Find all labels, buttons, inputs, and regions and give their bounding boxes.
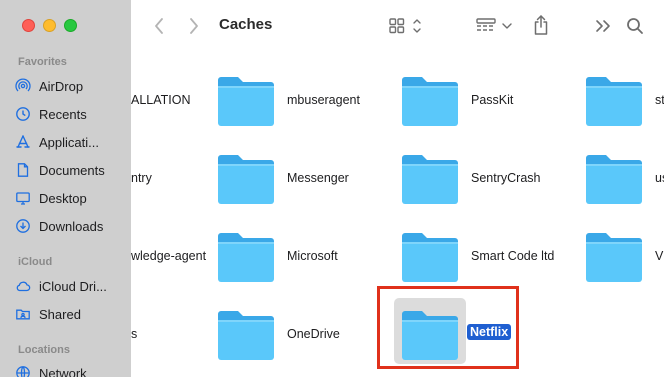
sidebar-item-network[interactable]: Network <box>14 362 87 377</box>
folder-label: PassKit <box>471 93 514 107</box>
folder-icon <box>218 233 274 282</box>
folder-icon <box>218 155 274 204</box>
sidebar-item-downloads[interactable]: Downloads <box>14 215 103 237</box>
share-button[interactable] <box>530 12 552 38</box>
sidebar-item-label: iCloud Dri... <box>39 278 107 294</box>
group-icon <box>476 18 512 31</box>
airdrop-icon <box>14 77 32 95</box>
sidebar-item-airdrop[interactable]: AirDrop <box>14 75 83 97</box>
sidebar-item-label: Downloads <box>39 218 104 234</box>
favorites-header: Favorites <box>18 56 67 68</box>
folder-label-partial[interactable]: ntry <box>131 171 152 185</box>
view-mode-button[interactable] <box>387 14 425 38</box>
folder-label-partial: V <box>655 249 664 263</box>
folder-label: mbuseragent <box>287 93 360 107</box>
forward-button[interactable] <box>185 16 203 36</box>
shared-folder-icon <box>14 305 32 323</box>
chevron-left-icon <box>155 18 163 34</box>
minimize-window-button[interactable] <box>43 19 56 32</box>
sidebar-item-documents[interactable]: Documents <box>14 159 105 181</box>
search-button[interactable] <box>624 15 646 37</box>
folder-icon <box>586 233 642 282</box>
sidebar-item-label: AirDrop <box>39 78 84 94</box>
folder-icon <box>586 77 642 126</box>
folder-icon <box>402 233 458 282</box>
folder-icon <box>402 155 458 204</box>
back-button[interactable] <box>150 16 168 36</box>
share-icon <box>534 15 548 35</box>
chevron-right-icon <box>190 18 198 34</box>
network-icon <box>14 364 32 377</box>
sidebar-item-label: Desktop <box>39 190 87 206</box>
folder-label-partial[interactable]: ALLATION <box>131 93 191 107</box>
folder-label: OneDrive <box>287 327 340 341</box>
more-toolbar-button[interactable] <box>594 16 614 36</box>
sidebar-item-label: Recents <box>39 106 87 122</box>
document-icon <box>14 161 32 179</box>
close-window-button[interactable] <box>22 19 35 32</box>
folder-label: Microsoft <box>287 249 338 263</box>
sidebar-item-recents[interactable]: Recents <box>14 103 87 125</box>
annotation-highlight-box <box>377 286 519 369</box>
locations-header: Locations <box>18 344 70 356</box>
folder-icon <box>402 77 458 126</box>
folder-label-partial[interactable]: s <box>131 327 137 341</box>
desktop-icon <box>14 189 32 207</box>
folder-label: SentryCrash <box>471 171 541 185</box>
folder-label-partial: us <box>655 171 664 185</box>
folder-label: Smart Code ltd <box>471 249 555 263</box>
clock-icon <box>14 105 32 123</box>
search-icon <box>627 18 643 34</box>
window-controls <box>22 19 77 32</box>
sidebar-item-label: Applicati... <box>39 134 99 150</box>
sidebar-item-applications[interactable]: Applicati... <box>14 131 99 153</box>
folder-label-partial[interactable]: wledge-agent <box>131 249 206 263</box>
icon-grid-view-icon <box>389 18 421 34</box>
double-chevron-right-icon <box>596 20 610 32</box>
icloud-header: iCloud <box>18 256 53 268</box>
folder-icon <box>218 311 274 360</box>
sidebar-item-label: Documents <box>39 162 105 178</box>
folder-label-partial: st <box>655 93 664 107</box>
applications-icon <box>14 133 32 151</box>
sidebar-item-label: Network <box>39 365 87 377</box>
cloud-icon <box>14 277 32 295</box>
zoom-window-button[interactable] <box>64 19 77 32</box>
window-title: Caches <box>219 16 273 33</box>
sidebar-item-shared[interactable]: Shared <box>14 303 81 325</box>
folder-label: Messenger <box>287 171 349 185</box>
group-by-button[interactable] <box>474 14 514 38</box>
download-icon <box>14 217 32 235</box>
sidebar-item-label: Shared <box>39 306 81 322</box>
sidebar: Favorites AirDrop Recents Applicati... D… <box>0 0 131 377</box>
sidebar-item-desktop[interactable]: Desktop <box>14 187 87 209</box>
sidebar-item-icloud-drive[interactable]: iCloud Dri... <box>14 275 107 297</box>
folder-icon <box>218 77 274 126</box>
folder-icon <box>586 155 642 204</box>
